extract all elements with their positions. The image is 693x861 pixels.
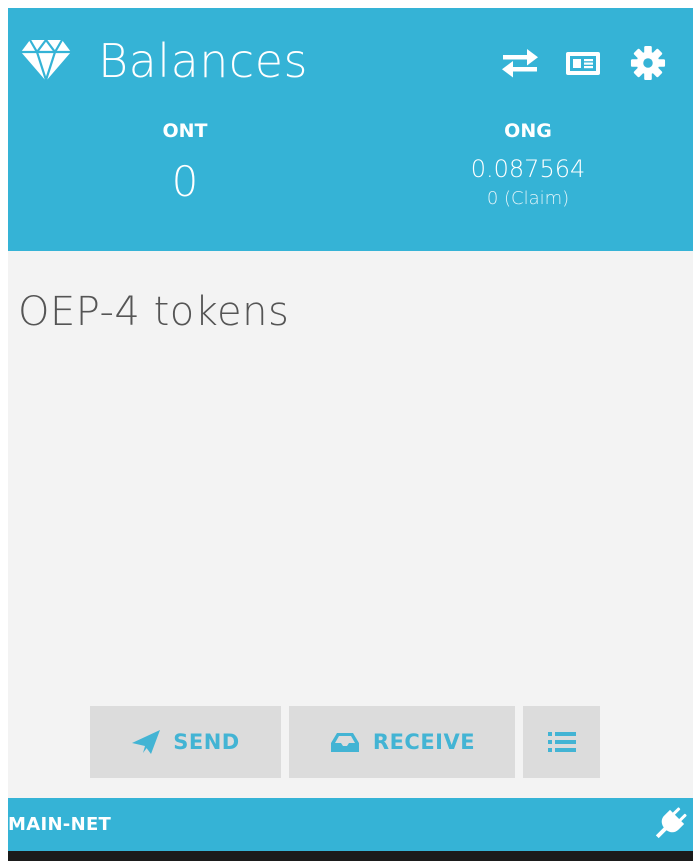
ont-balance: ONT 0 <box>65 118 305 212</box>
send-button[interactable]: SEND <box>90 706 281 778</box>
id-card-icon[interactable] <box>565 48 601 78</box>
ong-label: ONG <box>504 120 552 142</box>
plug-icon[interactable] <box>652 804 688 844</box>
tokens-title: OEP-4 tokens <box>18 289 290 335</box>
ong-claim-link[interactable]: 0 (Claim) <box>408 186 648 212</box>
ong-value: 0.087564 <box>470 155 586 183</box>
balances-header: Balances ONT 0 ONG 0.087564 0 (Claim) <box>8 8 693 251</box>
action-bar: SEND RECEIVE <box>8 706 693 778</box>
page-title: Balances <box>98 34 308 88</box>
ont-value: 0 <box>171 157 199 206</box>
paper-plane-icon <box>132 730 161 754</box>
send-label: SEND <box>173 730 240 754</box>
transfer-arrows-icon[interactable] <box>501 48 539 78</box>
inbox-icon <box>330 733 359 752</box>
status-bar: MAIN-NET <box>8 798 693 851</box>
gear-icon[interactable] <box>629 45 667 81</box>
receive-label: RECEIVE <box>372 730 476 754</box>
transactions-list-button[interactable] <box>523 706 600 778</box>
list-icon <box>547 732 576 752</box>
network-label: MAIN-NET <box>8 814 112 835</box>
diamond-icon <box>21 38 71 82</box>
ong-balance: ONG 0.087564 0 (Claim) <box>408 118 648 212</box>
receive-button[interactable]: RECEIVE <box>289 706 515 778</box>
window-bottom-edge <box>8 851 693 861</box>
ont-label: ONT <box>162 120 208 142</box>
wallet-window: Balances ONT 0 ONG 0.087564 0 (Claim) OE… <box>8 8 693 861</box>
